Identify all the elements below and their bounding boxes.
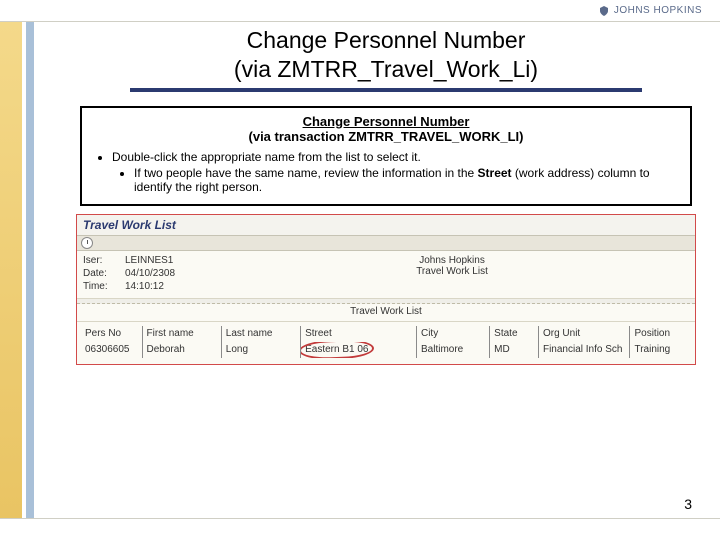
sap-toolbar [77,235,695,251]
sap-header-title: Johns Hopkins Travel Work List [215,255,689,277]
slide-title-line2: (via ZMTRR_Travel_Work_Li) [74,55,698,84]
col-state: State [490,326,539,342]
col-lastname: Last name [221,326,300,342]
col-orgunit: Org Unit [538,326,630,342]
meta-time: 14:10:12 [125,281,164,292]
table-row[interactable]: 06306605 Deborah Long Eastern B1 06 Balt… [81,342,691,358]
bullet-main: Double-click the appropriate name from t… [112,150,680,194]
instruction-box: Change Personnel Number (via transaction… [80,106,692,206]
meta-user: LEINNES1 [125,255,173,266]
cell-state: MD [490,342,539,358]
box-heading: Change Personnel Number (via transaction… [92,114,680,144]
brand-text: JOHNS HOPKINS [614,5,702,16]
sap-window-title: Travel Work List [77,215,695,235]
shield-icon [598,5,610,17]
meta-date: 04/10/2308 [125,268,175,279]
top-brand-bar: JOHNS HOPKINS [0,0,720,22]
slide-body: Change Personnel Number (via ZMTRR_Trave… [34,22,720,518]
box-heading-underlined: Change Personnel Number [303,114,470,129]
col-position: Position [630,326,691,342]
meta-time-label: Time: [83,281,117,292]
bullet-sub: If two people have the same name, review… [134,166,680,194]
col-street: Street [301,326,417,342]
bottom-bar [0,518,720,540]
page-number: 3 [684,496,692,512]
sap-caption: Travel Work List [77,304,695,322]
box-heading-line2: (via transaction ZMTRR_TRAVEL_WORK_LI) [249,129,524,144]
box-body: Double-click the appropriate name from t… [92,150,680,194]
cell-position: Training [630,342,691,358]
side-decoration [0,22,34,518]
col-city: City [416,326,489,342]
sap-meta-col: Iser: LEINNES1 Date: 04/10/2308 Time: 14:10… [83,255,175,292]
cell-city: Baltimore [416,342,489,358]
cell-orgunit: Financial Info Sch [538,342,630,358]
col-firstname: First name [142,326,221,342]
sap-header-block: Iser: LEINNES1 Date: 04/10/2308 Time: 14:10… [77,251,695,299]
title-underline [130,88,642,92]
slide-title-line1: Change Personnel Number [74,26,698,55]
clock-icon[interactable] [81,237,93,249]
table-header-row: Pers No First name Last name Street City… [81,326,691,342]
sap-table: Pers No First name Last name Street City… [81,326,691,358]
meta-user-label: Iser: [83,255,117,266]
cell-firstname: Deborah [142,342,221,358]
cell-persno: 06306605 [81,342,142,358]
street-circled: Eastern B1 06 [305,344,368,355]
slide-title: Change Personnel Number (via ZMTRR_Trave… [74,26,698,84]
cell-lastname: Long [221,342,300,358]
col-persno: Pers No [81,326,142,342]
meta-date-label: Date: [83,268,117,279]
cell-street: Eastern B1 06 [301,342,417,358]
sap-screenshot: Travel Work List Iser: LEINNES1 Date: 04/1… [76,214,696,365]
sap-grid: Pers No First name Last name Street City… [77,322,695,364]
